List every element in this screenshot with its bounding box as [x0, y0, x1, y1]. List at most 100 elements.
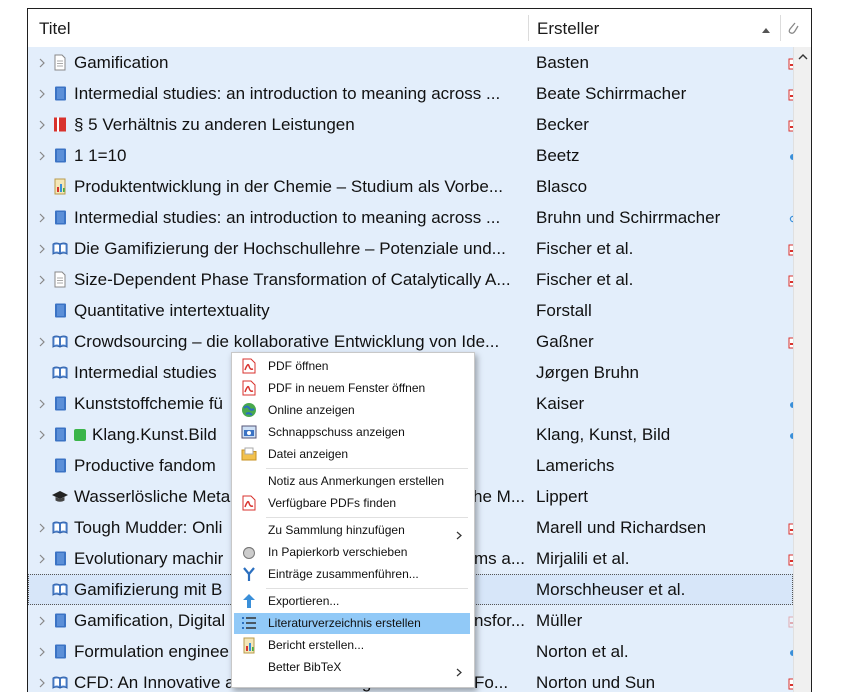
expand-chevron-icon[interactable]	[38, 211, 46, 223]
open-book-icon	[52, 581, 68, 598]
book-icon	[52, 395, 68, 412]
column-creator-header[interactable]: Ersteller	[537, 9, 599, 47]
expand-chevron-icon[interactable]	[38, 273, 46, 285]
item-title-text: Intermedial studies	[74, 363, 217, 382]
menu-view-snapshot[interactable]: Schnappschuss anzeigen	[234, 422, 470, 443]
item-title-tail: nsfor...	[473, 611, 525, 630]
sort-ascending-icon	[762, 28, 770, 33]
menu-item-label: Online anzeigen	[268, 403, 355, 417]
scroll-up-icon[interactable]	[794, 49, 812, 65]
document-icon	[52, 54, 68, 71]
export-icon	[241, 593, 257, 609]
menu-find-pdfs[interactable]: Verfügbare PDFs finden	[234, 493, 470, 514]
menu-item-label: PDF öffnen	[268, 359, 329, 373]
table-row[interactable]: Die Gamifizierung der Hochschullehre – P…	[28, 233, 798, 264]
green-tag-icon	[74, 429, 86, 441]
item-title-text: Gamification, Digital	[74, 611, 226, 630]
item-title-text: Gamification	[74, 53, 169, 72]
item-creator: Müller	[536, 611, 583, 630]
pdf-icon	[241, 358, 257, 374]
expand-chevron-icon[interactable]	[38, 552, 46, 564]
column-divider[interactable]	[780, 15, 781, 41]
item-title: § 5 Verhältnis zu anderen Leistungen	[74, 109, 524, 141]
item-title-text: Produktentwicklung in der Chemie – Studi…	[74, 177, 504, 196]
submenu-chevron-icon	[456, 663, 462, 677]
report-icon	[52, 178, 68, 195]
vertical-scrollbar[interactable]	[793, 47, 812, 692]
item-creator: Basten	[536, 53, 589, 72]
expand-chevron-icon[interactable]	[38, 149, 46, 161]
menu-separator	[266, 588, 468, 589]
expand-chevron-icon[interactable]	[38, 118, 46, 130]
table-row[interactable]: 1 1=10 Beetz	[28, 140, 796, 172]
item-title: Intermedial studies: an introduction to …	[74, 78, 524, 110]
book-icon	[52, 147, 68, 164]
item-creator: Lamerichs	[536, 456, 615, 475]
item-title-text: Intermedial studies: an introduction to …	[74, 208, 501, 227]
item-title-text: Kunststoffchemie fü	[74, 394, 223, 413]
expand-chevron-icon[interactable]	[38, 645, 46, 657]
item-title: 1 1=10	[74, 140, 524, 172]
table-row[interactable]: § 5 Verhältnis zu anderen Leistungen Beck…	[28, 109, 798, 141]
item-title-text: Wasserlösliche Meta	[74, 487, 231, 506]
snapshot-icon	[241, 424, 257, 440]
expand-chevron-icon[interactable]	[38, 242, 46, 254]
menu-move-to-trash[interactable]: In Papierkorb verschieben	[234, 542, 470, 563]
item-title-text: Intermedial studies: an introduction to …	[74, 84, 501, 103]
item-title: Size-Dependent Phase Transformation of C…	[74, 264, 524, 296]
item-title: Gamification	[74, 47, 524, 79]
book-icon	[52, 457, 68, 474]
report-icon	[241, 637, 257, 654]
table-row[interactable]: Produktentwicklung in der Chemie – Studi…	[28, 171, 793, 202]
expand-chevron-icon[interactable]	[38, 428, 46, 440]
menu-item-label: Einträge zusammenführen...	[268, 567, 419, 581]
open-book-icon	[52, 364, 68, 381]
expand-chevron-icon[interactable]	[38, 87, 46, 99]
pdf-icon	[241, 495, 257, 511]
item-title-tail: he M...	[473, 487, 525, 506]
expand-chevron-icon[interactable]	[38, 335, 46, 347]
open-book-icon	[52, 674, 68, 691]
menu-open-pdf[interactable]: PDF öffnen	[234, 356, 470, 377]
attachment-column-icon[interactable]	[786, 19, 800, 37]
trash-icon	[241, 544, 257, 560]
item-title: Produktentwicklung in der Chemie – Studi…	[74, 171, 524, 203]
menu-view-online[interactable]: Online anzeigen	[234, 400, 470, 421]
expand-chevron-icon[interactable]	[38, 397, 46, 409]
menu-note-from-annotations[interactable]: Notiz aus Anmerkungen erstellen	[234, 471, 470, 492]
table-row[interactable]: Intermedial studies: an introduction to …	[28, 78, 798, 110]
item-creator: Forstall	[536, 301, 592, 320]
item-creator: Bruhn und Schirrmacher	[536, 208, 721, 227]
menu-create-report[interactable]: Bericht erstellen...	[234, 635, 470, 656]
menu-show-file[interactable]: Datei anzeigen	[234, 444, 470, 465]
menu-item-label: Datei anzeigen	[268, 447, 349, 461]
menu-item-label: Literaturverzeichnis erstellen	[268, 616, 421, 630]
menu-export[interactable]: Exportieren...	[234, 591, 470, 612]
expand-chevron-icon[interactable]	[38, 56, 46, 68]
item-creator: Becker	[536, 115, 589, 134]
item-creator: Beate Schirrmacher	[536, 84, 687, 103]
table-row[interactable]: Quantitative intertextuality Forstall	[28, 295, 793, 326]
expand-chevron-icon[interactable]	[38, 614, 46, 626]
expand-chevron-icon[interactable]	[38, 521, 46, 533]
table-row[interactable]: Gamification Basten	[28, 47, 798, 79]
menu-add-to-collection[interactable]: Zu Sammlung hinzufügen	[234, 520, 470, 541]
expand-chevron-icon[interactable]	[38, 676, 46, 688]
column-header: Titel Ersteller	[28, 9, 811, 48]
item-creator: Kaiser	[536, 394, 585, 413]
table-row[interactable]: Intermedial studies: an introduction to …	[28, 202, 797, 233]
menu-better-bibtex[interactable]: Better BibTeX	[234, 657, 470, 678]
menu-create-bibliography[interactable]: Literaturverzeichnis erstellen	[234, 613, 470, 634]
item-title-text: Klang.Kunst.Bild	[92, 425, 217, 444]
item-creator: Lippert	[536, 487, 588, 506]
table-row[interactable]: Size-Dependent Phase Transformation of C…	[28, 264, 798, 296]
book-icon	[52, 209, 68, 226]
menu-item-label: Schnappschuss anzeigen	[268, 425, 405, 439]
menu-merge-items[interactable]: Einträge zusammenführen...	[234, 564, 470, 585]
menu-open-pdf-new-window[interactable]: PDF in neuem Fenster öffnen	[234, 378, 470, 399]
open-book-icon	[52, 240, 68, 257]
menu-separator	[266, 468, 468, 469]
column-title-header[interactable]: Titel	[39, 9, 71, 47]
item-creator: Klang, Kunst, Bild	[536, 425, 671, 444]
column-divider[interactable]	[528, 15, 529, 41]
